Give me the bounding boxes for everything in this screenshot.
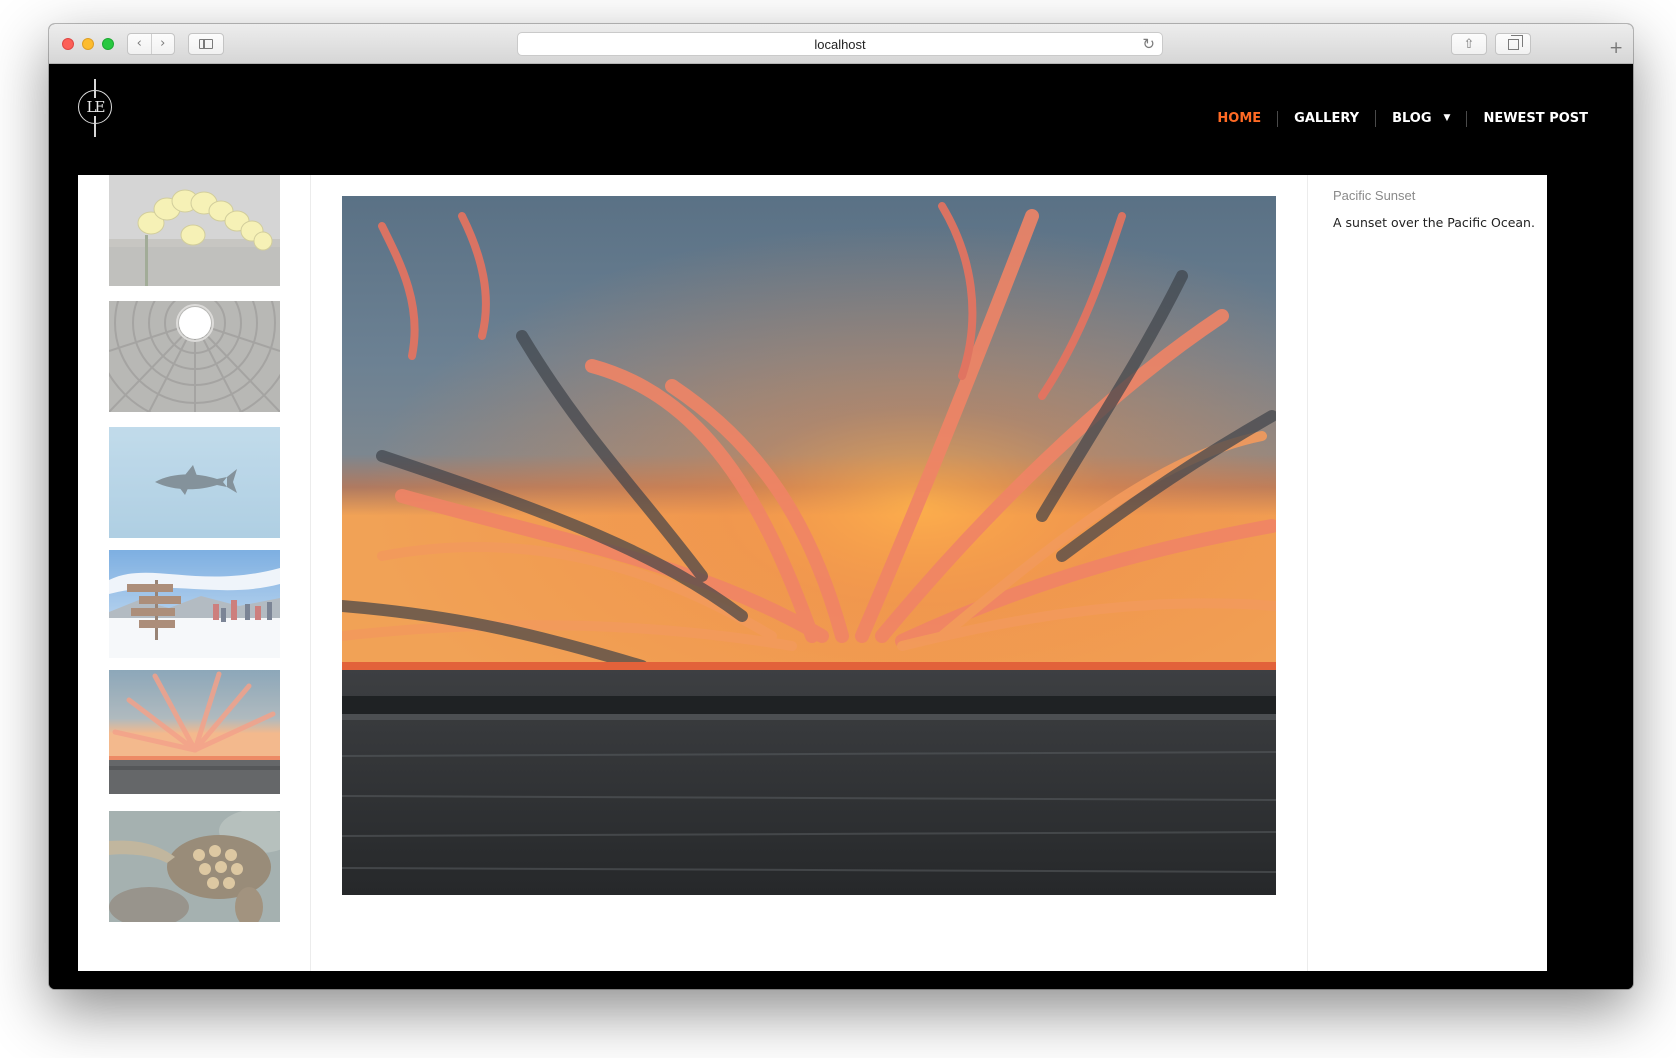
caret-down-icon: ▼ — [1443, 113, 1451, 123]
tabs-icon — [1507, 34, 1523, 50]
address-text: localhost — [814, 36, 866, 52]
thumbnail-pacific-sunset[interactable] — [109, 670, 280, 794]
new-tab-icon[interactable]: + — [1609, 38, 1623, 58]
main-navigation: HOME GALLERY BLOG ▼ NEWEST POST — [1201, 110, 1604, 127]
thumbnail-shark[interactable] — [109, 427, 280, 538]
zoom-window-button[interactable] — [102, 38, 114, 50]
thumbnail-orchids[interactable] — [109, 175, 280, 286]
web-page: LE HOME GALLERY BLOG ▼ NEWEST POST Pacif… — [49, 64, 1633, 989]
address-bar[interactable]: localhost ↻ — [517, 32, 1163, 56]
photo-details: Pacific Sunset A sunset over the Pacific… — [1307, 175, 1547, 971]
nav-blog-label: BLOG — [1392, 111, 1432, 126]
photo-title: Pacific Sunset — [1333, 188, 1416, 203]
share-icon: ⇧ — [1463, 36, 1475, 52]
minimize-window-button[interactable] — [82, 38, 94, 50]
photo-description: A sunset over the Pacific Ocean. — [1333, 215, 1535, 230]
back-icon[interactable]: ‹ — [128, 34, 151, 54]
gallery-content: Pacific Sunset A sunset over the Pacific… — [78, 175, 1547, 971]
thumbnail-sea-turtle[interactable] — [109, 811, 280, 922]
browser-window: ‹ › localhost ↻ ⇧ + LE HOME GALLERY BLOG… — [49, 24, 1633, 989]
main-photo — [342, 196, 1276, 895]
sidebar-toggle-button[interactable] — [188, 33, 224, 55]
show-tabs-button[interactable] — [1495, 33, 1531, 55]
sidebar-icon — [199, 39, 213, 49]
reload-icon[interactable]: ↻ — [1142, 35, 1155, 53]
nav-home[interactable]: HOME — [1201, 111, 1277, 127]
thumbnail-pantheon[interactable] — [109, 301, 280, 412]
nav-newest-post[interactable]: NEWEST POST — [1466, 110, 1604, 127]
site-logo[interactable]: LE — [78, 79, 112, 137]
thumbnail-ski-resort[interactable] — [109, 550, 280, 658]
close-window-button[interactable] — [62, 38, 74, 50]
nav-gallery[interactable]: GALLERY — [1277, 110, 1375, 127]
browser-toolbar: ‹ › localhost ↻ ⇧ + — [49, 24, 1633, 64]
forward-icon[interactable]: › — [152, 34, 175, 54]
thumbnail-strip — [78, 175, 311, 971]
share-button[interactable]: ⇧ — [1451, 33, 1487, 55]
nav-blog[interactable]: BLOG ▼ — [1375, 110, 1466, 127]
history-navigation: ‹ › — [127, 33, 175, 55]
logo-text: LE — [85, 98, 105, 116]
